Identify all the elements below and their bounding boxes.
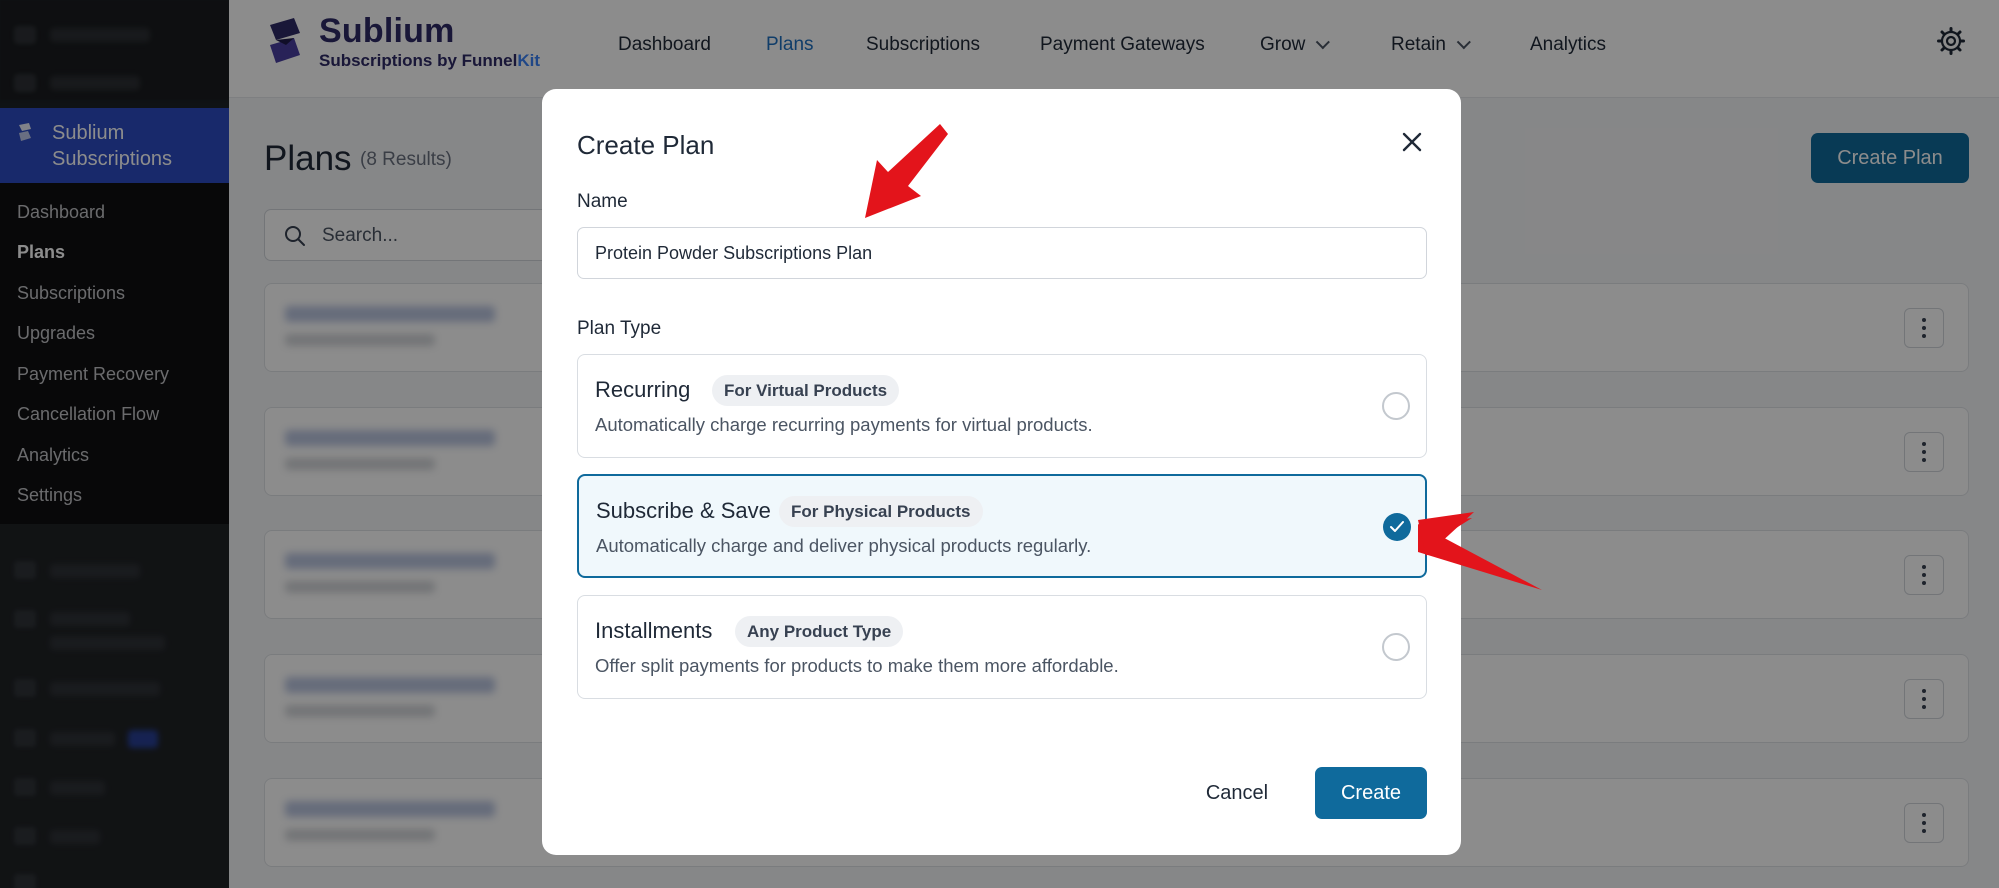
create-button[interactable]: Create <box>1315 767 1427 819</box>
plan-type-option-recurring[interactable]: Recurring For Virtual Products Automatic… <box>577 354 1427 458</box>
option-title: Installments <box>595 618 713 643</box>
option-description: Offer split payments for products to mak… <box>595 655 1119 676</box>
option-description: Automatically charge recurring payments … <box>595 414 1093 435</box>
radio-installments[interactable] <box>1382 633 1410 661</box>
cancel-button[interactable]: Cancel <box>1192 767 1282 819</box>
modal-title: Create Plan <box>577 130 715 160</box>
option-badge: For Virtual Products <box>712 375 900 406</box>
plan-type-option-installments[interactable]: Installments Any Product Type Offer spli… <box>577 595 1427 699</box>
option-title: Recurring <box>595 377 691 402</box>
option-description: Automatically charge and deliver physica… <box>596 535 1092 556</box>
option-title: Subscribe & Save <box>596 498 771 523</box>
option-badge: Any Product Type <box>735 616 904 647</box>
name-label: Name <box>577 191 628 212</box>
radio-subscribe-save[interactable] <box>1383 513 1411 541</box>
plan-type-label: Plan Type <box>577 318 662 339</box>
create-plan-modal: Create Plan Name Plan Type Recurring For… <box>542 89 1461 855</box>
plan-type-option-subscribe-save[interactable]: Subscribe & Save For Physical Products A… <box>577 474 1427 578</box>
option-badge: For Physical Products <box>779 496 983 527</box>
close-icon[interactable] <box>1397 127 1427 157</box>
checkmark-icon <box>1390 521 1404 532</box>
radio-recurring[interactable] <box>1382 392 1410 420</box>
plan-name-input[interactable] <box>577 227 1427 279</box>
